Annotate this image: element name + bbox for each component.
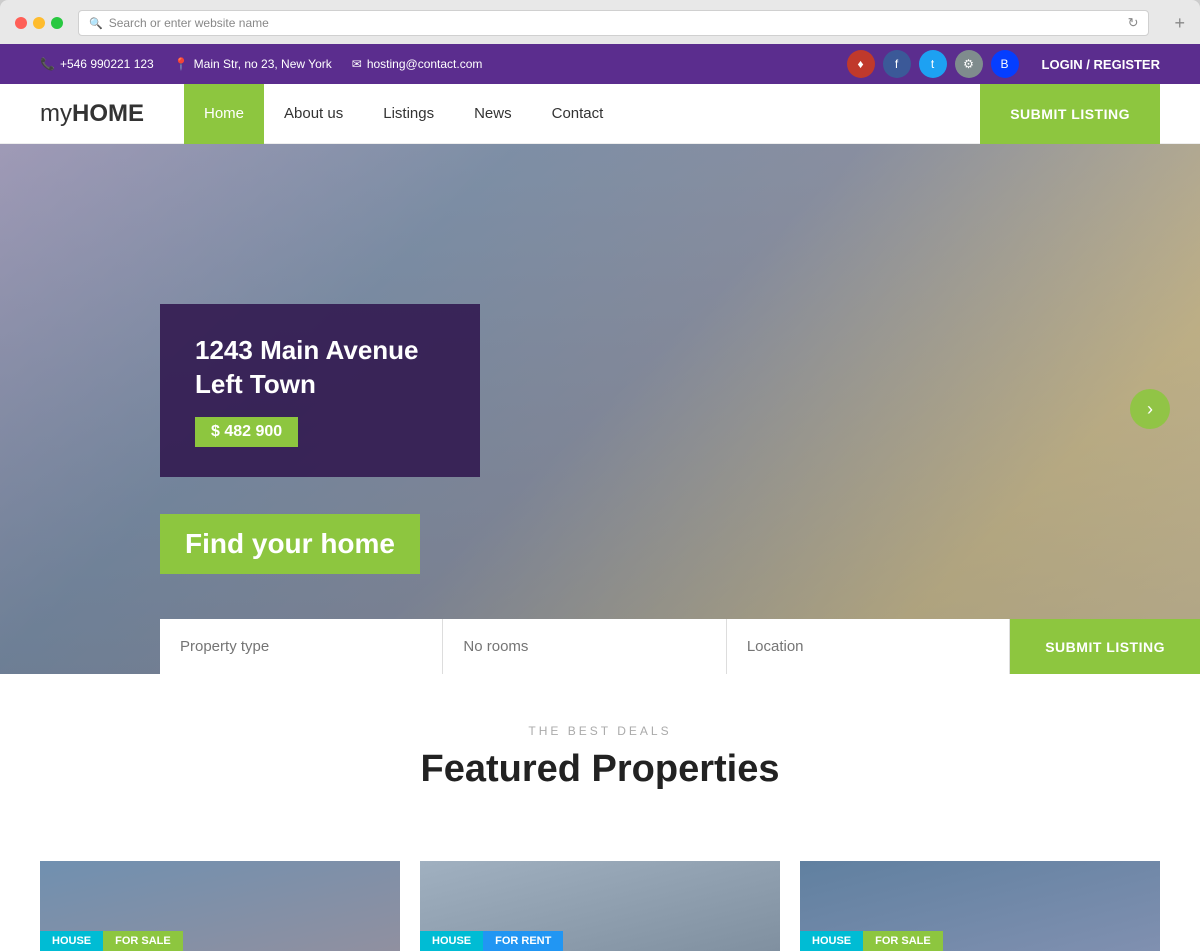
property-card-image-1: HOUSE FOR SALE xyxy=(40,861,400,951)
address-placeholder: Search or enter website name xyxy=(109,16,269,30)
address-text: Main Str, no 23, New York xyxy=(194,57,332,71)
badge-sale-3: FOR SALE xyxy=(863,931,943,951)
browser-window: 🔍 Search or enter website name ↻ + 📞 +54… xyxy=(0,0,1200,951)
search-submit-button[interactable]: SUBMIT LISTING xyxy=(1010,619,1200,674)
badge-rent-2: FOR RENT xyxy=(483,931,563,951)
property-card-1[interactable]: HOUSE FOR SALE xyxy=(40,861,400,951)
badge-sale-1: FOR SALE xyxy=(103,931,183,951)
nav-contact[interactable]: Contact xyxy=(532,84,624,144)
pinterest-button[interactable]: ♦ xyxy=(847,50,875,78)
refresh-icon[interactable]: ↻ xyxy=(1128,15,1139,31)
navbar: myHOME Home About us Listings News Conta… xyxy=(0,84,1200,144)
no-rooms-input[interactable] xyxy=(443,619,726,674)
nav-home[interactable]: Home xyxy=(184,84,264,144)
search-icon: 🔍 xyxy=(89,17,103,30)
twitter-button[interactable]: t xyxy=(919,50,947,78)
property-card-3[interactable]: HOUSE FOR SALE xyxy=(800,861,1160,951)
property-badges-1: HOUSE FOR SALE xyxy=(40,931,183,951)
email-contact: ✉ hosting@contact.com xyxy=(352,57,483,71)
website-content: 📞 +546 990221 123 📍 Main Str, no 23, New… xyxy=(0,44,1200,951)
phone-contact: 📞 +546 990221 123 xyxy=(40,57,154,71)
property-badges-3: HOUSE FOR SALE xyxy=(800,931,943,951)
behance-button[interactable]: B xyxy=(991,50,1019,78)
featured-title: Featured Properties xyxy=(40,748,1160,791)
close-button[interactable] xyxy=(15,17,27,29)
email-icon: ✉ xyxy=(352,57,362,71)
maximize-button[interactable] xyxy=(51,17,63,29)
property-type-input[interactable] xyxy=(160,619,443,674)
submit-listing-nav-button[interactable]: SUBMIT LISTING xyxy=(980,84,1160,144)
new-tab-button[interactable]: + xyxy=(1174,14,1185,32)
address-bar[interactable]: 🔍 Search or enter website name ↻ xyxy=(78,10,1149,36)
topbar-left: 📞 +546 990221 123 📍 Main Str, no 23, New… xyxy=(40,57,482,71)
featured-section: THE BEST DEALS Featured Properties xyxy=(0,674,1200,861)
featured-subtitle: THE BEST DEALS xyxy=(40,724,1160,738)
property-card: 1243 Main Avenue Left Town $ 482 900 xyxy=(160,304,480,477)
nav-links: Home About us Listings News Contact xyxy=(184,84,623,144)
nav-listings[interactable]: Listings xyxy=(363,84,454,144)
badge-house-2: HOUSE xyxy=(420,931,483,951)
logo-my: my xyxy=(40,100,72,127)
property-card-2[interactable]: HOUSE FOR RENT xyxy=(420,861,780,951)
property-cards-row: HOUSE FOR SALE HOUSE FOR RENT HOUSE xyxy=(0,861,1200,951)
find-home-banner: Find your home xyxy=(160,514,420,574)
badge-house-3: HOUSE xyxy=(800,931,863,951)
location-input[interactable] xyxy=(727,619,1010,674)
minimize-button[interactable] xyxy=(33,17,45,29)
property-card-image-3: HOUSE FOR SALE xyxy=(800,861,1160,951)
facebook-button[interactable]: f xyxy=(883,50,911,78)
logo[interactable]: myHOME xyxy=(40,100,144,128)
topbar: 📞 +546 990221 123 📍 Main Str, no 23, New… xyxy=(0,44,1200,84)
property-price: $ 482 900 xyxy=(195,417,298,447)
nav-news[interactable]: News xyxy=(454,84,532,144)
hero-next-arrow[interactable]: › xyxy=(1130,389,1170,429)
property-badges-2: HOUSE FOR RENT xyxy=(420,931,563,951)
topbar-right: ♦ f t ⚙ B LOGIN / REGISTER xyxy=(847,50,1160,78)
phone-number: +546 990221 123 xyxy=(60,57,154,71)
hero-section: 1243 Main Avenue Left Town $ 482 900 Fin… xyxy=(0,144,1200,674)
nav-about[interactable]: About us xyxy=(264,84,363,144)
property-card-image-2: HOUSE FOR RENT xyxy=(420,861,780,951)
browser-titlebar: 🔍 Search or enter website name ↻ + xyxy=(0,10,1200,44)
location-icon: 📍 xyxy=(174,57,189,71)
address-contact: 📍 Main Str, no 23, New York xyxy=(174,57,332,71)
logo-home: HOME xyxy=(72,100,144,127)
search-bar: SUBMIT LISTING xyxy=(160,619,1200,674)
email-text: hosting@contact.com xyxy=(367,57,483,71)
login-register-button[interactable]: LOGIN / REGISTER xyxy=(1042,57,1160,72)
settings-button[interactable]: ⚙ xyxy=(955,50,983,78)
window-controls xyxy=(15,17,63,29)
property-title: 1243 Main Avenue Left Town xyxy=(195,334,445,402)
badge-house-1: HOUSE xyxy=(40,931,103,951)
phone-icon: 📞 xyxy=(40,57,55,71)
